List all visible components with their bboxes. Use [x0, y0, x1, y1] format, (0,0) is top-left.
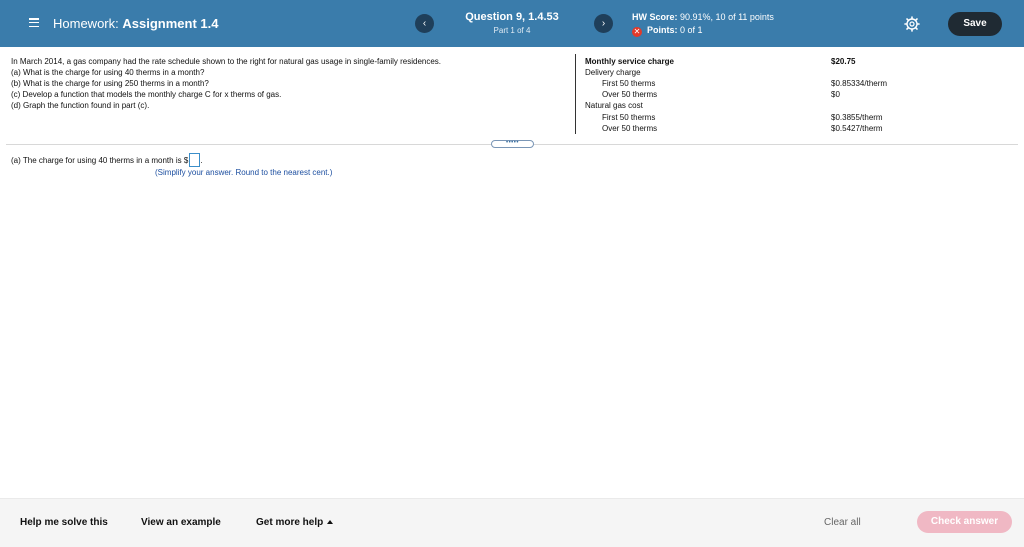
- menu-icon[interactable]: [29, 18, 39, 28]
- rate-row: Delivery charge: [576, 67, 916, 78]
- section-label: Homework:: [53, 16, 119, 31]
- bottom-bar: Help me solve this View an example Get m…: [0, 498, 1024, 547]
- rate-label: Natural gas cost: [585, 101, 643, 110]
- rate-row: Monthly service charge $20.75: [576, 56, 916, 67]
- rate-value: $0: [831, 90, 840, 99]
- rate-schedule: Monthly service charge $20.75 Delivery c…: [575, 54, 915, 134]
- rate-label: Monthly service charge: [585, 57, 674, 66]
- answer-input[interactable]: [189, 153, 201, 167]
- rate-value: $0.3855/therm: [831, 113, 883, 122]
- rate-value: $0.5427/therm: [831, 124, 883, 133]
- answer-prompt: (a) The charge for using 40 therms in a …: [11, 156, 189, 165]
- top-bar: Homework: Assignment 1.4 ‹ Question 9, 1…: [0, 0, 1024, 47]
- rate-row: Natural gas cost: [576, 100, 916, 111]
- problem-line: In March 2014, a gas company had the rat…: [11, 57, 442, 66]
- answer-suffix: .: [200, 156, 203, 165]
- rate-value: $0.85334/therm: [831, 79, 888, 88]
- hw-score-label: HW Score:: [632, 12, 678, 22]
- clear-all-button[interactable]: Clear all: [824, 517, 861, 528]
- assignment-title: Homework: Assignment 1.4: [53, 16, 218, 31]
- hw-score: HW Score: 90.91%, 10 of 11 points: [632, 12, 774, 22]
- assignment-name: Assignment 1.4: [122, 16, 219, 31]
- question-title: Question 9, 1.4.53: [465, 11, 559, 23]
- help-me-solve-button[interactable]: Help me solve this: [20, 517, 108, 528]
- hw-score-value: 90.91%, 10 of 11 points: [680, 12, 774, 22]
- view-example-button[interactable]: View an example: [141, 517, 221, 528]
- rate-label: First 50 therms: [602, 113, 656, 122]
- expand-handle[interactable]: •••••: [491, 140, 534, 148]
- points-value: 0 of 1: [680, 25, 703, 35]
- gear-icon[interactable]: [904, 16, 920, 32]
- rate-label: Delivery charge: [585, 68, 641, 77]
- problem-statement: In March 2014, a gas company had the rat…: [11, 56, 571, 111]
- answer-hint: (Simplify your answer. Round to the near…: [155, 168, 333, 177]
- rate-row: Over 50 therms $0.5427/therm: [576, 123, 916, 134]
- chevron-left-icon: ‹: [422, 18, 427, 29]
- get-more-help-button[interactable]: Get more help: [256, 517, 334, 528]
- caret-up-icon: [327, 520, 334, 524]
- rate-label: Over 50 therms: [602, 124, 658, 133]
- x-circle-icon: ✕: [632, 27, 642, 37]
- check-answer-button[interactable]: Check answer: [917, 511, 1012, 533]
- get-more-help-label: Get more help: [256, 517, 324, 528]
- next-question-button[interactable]: ›: [594, 14, 613, 33]
- rate-row: First 50 therms $0.3855/therm: [576, 112, 916, 123]
- points-label: Points:: [647, 25, 678, 35]
- rate-row: Over 50 therms $0: [576, 89, 916, 100]
- rate-row: First 50 therms $0.85334/therm: [576, 78, 916, 89]
- problem-line: (a) What is the charge for using 40 ther…: [11, 68, 205, 77]
- save-button[interactable]: Save: [948, 12, 1002, 36]
- problem-line: (b) What is the charge for using 250 the…: [11, 79, 209, 88]
- question-part: Part 1 of 4: [493, 26, 531, 35]
- points-status: ✕ Points: 0 of 1: [632, 25, 703, 37]
- rate-value: $20.75: [831, 57, 856, 66]
- answer-line: (a) The charge for using 40 therms in a …: [11, 153, 203, 167]
- rate-label: First 50 therms: [602, 79, 656, 88]
- problem-line: (d) Graph the function found in part (c)…: [11, 101, 150, 110]
- problem-line: (c) Develop a function that models the m…: [11, 90, 282, 99]
- chevron-right-icon: ›: [601, 18, 606, 29]
- rate-label: Over 50 therms: [602, 90, 658, 99]
- previous-question-button[interactable]: ‹: [415, 14, 434, 33]
